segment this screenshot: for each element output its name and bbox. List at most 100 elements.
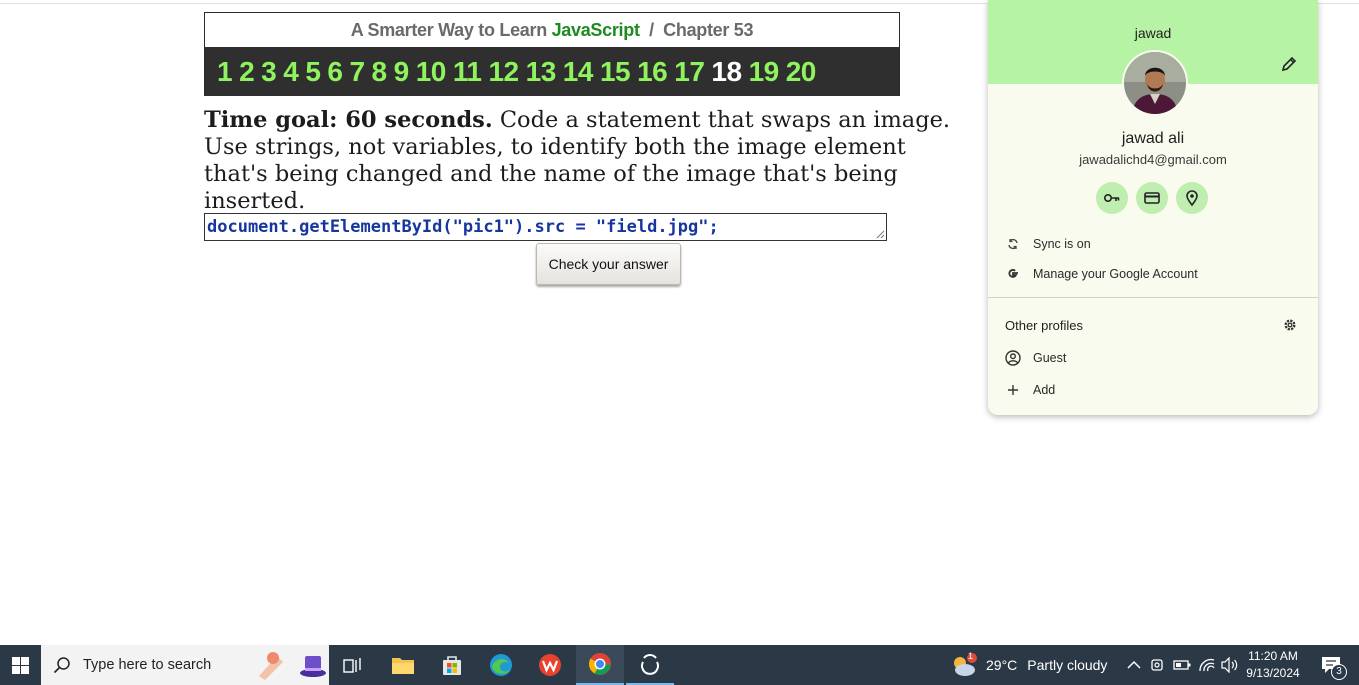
profile-email: jawadalichd4@gmail.com [1079,152,1227,167]
battery-icon [1173,660,1191,670]
running-app-button[interactable] [626,645,674,685]
guest-profile-icon [1005,350,1021,366]
exercise-number-link[interactable]: 7 [349,56,365,88]
exercise-number-link[interactable]: 3 [261,56,277,88]
chapter-title: A Smarter Way to Learn JavaScript / Chap… [205,13,899,47]
answer-textarea[interactable]: document.getElementById("pic1").src = "f… [204,213,887,241]
title-prefix: A Smarter Way to Learn [350,20,547,40]
sync-icon [1008,238,1018,250]
device-tray-button[interactable] [1147,645,1169,685]
sync-status-row[interactable]: Sync is on [988,229,1318,259]
speaker-icon [1221,657,1238,673]
key-icon [1103,194,1120,203]
clock-date: 9/13/2024 [1246,666,1300,680]
exercise-number-link[interactable]: 6 [327,56,343,88]
add-profile-label: Add [1033,383,1056,397]
location-pin-icon [1186,190,1198,207]
guest-profile-row[interactable]: Guest [988,343,1318,373]
exercise-number-link[interactable]: 10 [416,56,447,88]
check-answer-button[interactable]: Check your answer [536,243,681,285]
answer-code: document.getElementById("pic1").src = "f… [207,217,719,237]
plus-icon [1008,385,1018,395]
battery-button[interactable] [1171,645,1193,685]
passwords-button[interactable] [1096,182,1128,214]
profile-quick-actions [1096,182,1208,214]
partly-cloudy-icon [954,653,977,676]
search-icon [53,657,70,674]
chrome-browser-button[interactable] [576,645,624,685]
windows-taskbar: Type here to search 1 29°C Partly cloudy… [0,645,1359,685]
sync-label: Sync is on [1033,237,1091,251]
meet-now-icon [1151,659,1163,671]
task-view-icon [343,658,361,673]
network-button[interactable] [1195,645,1219,685]
microsoft-store-button[interactable] [428,645,476,685]
weather-temp: 29°C [986,657,1018,673]
add-profile-row[interactable]: Add [988,375,1318,405]
avatar [1122,50,1188,116]
exercise-number-link[interactable]: 17 [674,56,705,88]
exercise-number-link[interactable]: 4 [283,56,299,88]
google-g-icon [1008,269,1018,278]
gear-icon[interactable] [1283,318,1297,332]
exercise-number-link[interactable]: 9 [394,56,410,88]
exercise-number-link[interactable]: 12 [488,56,519,88]
exercise-prompt: Time goal: 60 seconds. Code a statement … [204,107,964,215]
exercise-number-link[interactable]: 2 [239,56,255,88]
volume-button[interactable] [1219,645,1241,685]
profile-banner-name: jawad [1134,25,1172,41]
other-profiles-title: Other profiles [1005,318,1084,333]
show-hidden-icons-button[interactable] [1122,645,1146,685]
guest-label: Guest [1033,351,1067,365]
chapter-header: A Smarter Way to Learn JavaScript / Chap… [204,12,900,96]
profile-menu: jawad jawad ali jawadalichd4@gmail.com S… [988,0,1318,415]
title-chapter: Chapter 53 [663,20,754,40]
edge-icon [490,654,512,676]
edge-browser-button[interactable] [477,645,525,685]
task-view-button[interactable] [329,645,377,685]
taskbar-search-box[interactable]: Type here to search [41,645,329,685]
notifications-button[interactable]: 3 [1308,645,1354,685]
weather-widget[interactable]: 1 29°C Partly cloudy [950,645,1110,685]
manage-account-label: Manage your Google Account [1033,267,1198,281]
card-icon [1144,192,1160,204]
exercise-number-current[interactable]: 18 [711,56,742,88]
wps-office-button[interactable] [526,645,574,685]
wps-office-icon [539,654,561,676]
exercise-number-link[interactable]: 20 [786,56,817,88]
weather-alert-badge: 1 [968,651,974,661]
time-goal: Time goal: 60 seconds. [204,107,493,133]
exercise-number-link[interactable]: 13 [526,56,557,88]
chevron-up-icon [1127,660,1141,669]
folder-icon [392,658,414,674]
title-separator: / [649,20,654,40]
file-explorer-button[interactable] [379,645,427,685]
search-highlight-icon[interactable] [253,648,327,682]
weather-desc: Partly cloudy [1027,657,1108,673]
windows-logo-icon [11,656,29,674]
profile-full-name: jawad ali [1121,130,1185,147]
exercise-number-link[interactable]: 8 [372,56,388,88]
exercise-number-link[interactable]: 11 [453,56,482,88]
manage-account-row[interactable]: Manage your Google Account [988,259,1318,289]
resize-grip-icon[interactable] [876,230,885,239]
exercise-number-link[interactable]: 19 [749,56,780,88]
payment-methods-button[interactable] [1136,182,1168,214]
exercise-number-link[interactable]: 16 [637,56,668,88]
search-placeholder: Type here to search [83,657,212,673]
exercise-number-link[interactable]: 5 [305,56,321,88]
title-brand: JavaScript [551,20,640,40]
exercise-number-link[interactable]: 1 [217,56,233,88]
start-button[interactable] [0,645,40,685]
taskbar-clock[interactable]: 11:20 AM 9/13/2024 [1240,645,1306,685]
chrome-icon [589,653,611,675]
store-icon [443,656,461,675]
exercise-number-nav: 1 2 3 4 5 6 7 8 9 10 11 12 13 14 15 16 17 18 19 20 [205,47,899,96]
clock-time: 11:20 AM [1248,649,1298,663]
addresses-button[interactable] [1176,182,1208,214]
pencil-edit-icon[interactable] [1281,56,1297,72]
exercise-number-link[interactable]: 15 [600,56,631,88]
notification-count-badge: 3 [1331,664,1347,680]
exercise-number-link[interactable]: 14 [563,56,594,88]
wifi-icon [1199,658,1215,672]
